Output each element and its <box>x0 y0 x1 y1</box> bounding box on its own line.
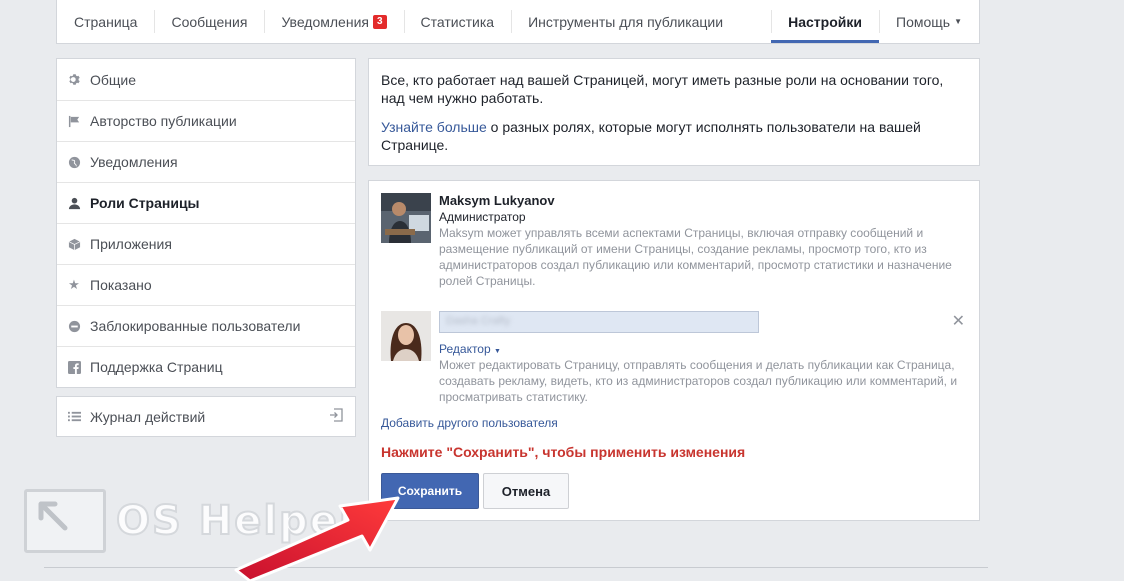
sidebar-item-label: Роли Страницы <box>90 195 200 211</box>
page-roles-panel: Maksym Lukyanov Администратор Maksym мож… <box>368 180 980 521</box>
cancel-button[interactable]: Отмена <box>483 473 569 509</box>
tab-publishing-tools[interactable]: Инструменты для публикации <box>511 0 740 43</box>
editor-info: Dasha Crafty Редактор ▼ Может редактиров… <box>439 311 969 405</box>
tab-settings[interactable]: Настройки <box>771 0 879 43</box>
star-icon: ★ <box>68 277 80 292</box>
caret-down-icon: ▼ <box>954 17 962 26</box>
tab-statistics[interactable]: Статистика <box>403 0 512 43</box>
sidebar-item-general[interactable]: Общие <box>57 59 355 100</box>
admin-role: Администратор <box>439 210 526 224</box>
sidebar-item-label: Поддержка Страниц <box>90 359 223 375</box>
save-changes-warning: Нажмите "Сохранить", чтобы применить изм… <box>381 444 746 460</box>
activity-log-link[interactable]: Журнал действий <box>56 396 356 437</box>
remove-editor-close-icon[interactable]: ✕ <box>952 311 965 331</box>
sidebar-item-label: Приложения <box>90 236 172 252</box>
notification-badge: 3 <box>372 14 387 29</box>
list-icon <box>67 410 81 424</box>
tab-page[interactable]: Страница <box>57 0 154 43</box>
open-log-icon <box>329 408 343 425</box>
tab-label: Статистика <box>420 13 495 30</box>
gear-icon <box>67 73 81 87</box>
tab-label: Инструменты для публикации <box>528 13 724 30</box>
sidebar-item-blocked-users[interactable]: Заблокированные пользователи <box>57 305 355 346</box>
add-another-user-link[interactable]: Добавить другого пользователя <box>381 416 558 430</box>
sidebar-item-label: Уведомления <box>90 154 178 170</box>
roles-learn-more-text: Узнайте больше о разных ролях, которые м… <box>381 118 967 154</box>
sidebar-item-authorship[interactable]: Авторство публикации <box>57 100 355 141</box>
cube-icon <box>67 237 81 251</box>
settings-sidebar: Общие Авторство публикации Уведомления Р… <box>56 58 356 388</box>
tab-label: Помощь <box>896 13 951 30</box>
editor-name-value: Dasha Crafty <box>446 315 511 327</box>
facebook-icon <box>67 360 81 374</box>
sidebar-item-page-roles[interactable]: Роли Страницы <box>57 182 355 223</box>
tab-label: Страница <box>74 13 138 30</box>
learn-more-link[interactable]: Узнайте больше <box>381 119 487 135</box>
blocked-icon <box>67 319 81 333</box>
tab-messages[interactable]: Сообщения <box>154 0 264 43</box>
tab-notifications[interactable]: Уведомления 3 <box>264 0 403 43</box>
sidebar-item-label: Авторство публикации <box>90 113 237 129</box>
sidebar-item-label: Показано <box>90 277 152 293</box>
activity-log-label: Журнал действий <box>90 408 206 425</box>
editor-role-label: Редактор <box>439 342 491 356</box>
admin-role-description: Maksym может управлять всеми аспектами С… <box>439 226 952 288</box>
sidebar-item-notifications[interactable]: Уведомления <box>57 141 355 182</box>
editor-avatar <box>381 311 431 361</box>
page-top-nav: Страница Сообщения Уведомления 3 Статисти… <box>56 0 980 44</box>
roles-intro-text: Все, кто работает над вашей Страницей, м… <box>381 72 944 106</box>
tab-help[interactable]: Помощь ▼ <box>879 0 979 43</box>
roles-info-box: Все, кто работает над вашей Страницей, м… <box>368 58 980 166</box>
sidebar-item-featured[interactable]: ★ Показано <box>57 264 355 305</box>
editor-role-description: Может редактировать Страницу, отправлять… <box>439 358 958 404</box>
editor-name-field[interactable]: Dasha Crafty <box>439 311 759 333</box>
sidebar-item-label: Общие <box>90 71 137 88</box>
red-arrow-annotation-icon <box>234 496 400 581</box>
tab-label: Сообщения <box>171 13 248 30</box>
globe-icon <box>67 155 81 169</box>
sidebar-item-apps[interactable]: Приложения <box>57 223 355 264</box>
tab-label: Уведомления <box>281 13 369 30</box>
flag-icon <box>67 114 81 128</box>
sidebar-item-label: Заблокированные пользователи <box>90 318 301 334</box>
tab-label: Настройки <box>788 13 862 30</box>
sidebar-item-page-support[interactable]: Поддержка Страниц <box>57 346 355 387</box>
person-icon <box>67 196 81 210</box>
admin-name[interactable]: Maksym Lukyanov <box>439 193 969 208</box>
caret-down-icon: ▼ <box>494 348 501 355</box>
editor-role-dropdown[interactable]: Редактор ▼ <box>439 342 969 356</box>
admin-info: Maksym Lukyanov Администратор Maksym мож… <box>439 193 969 289</box>
footer-divider <box>44 567 988 568</box>
admin-avatar <box>381 193 431 243</box>
watermark-logo-icon <box>24 489 106 553</box>
